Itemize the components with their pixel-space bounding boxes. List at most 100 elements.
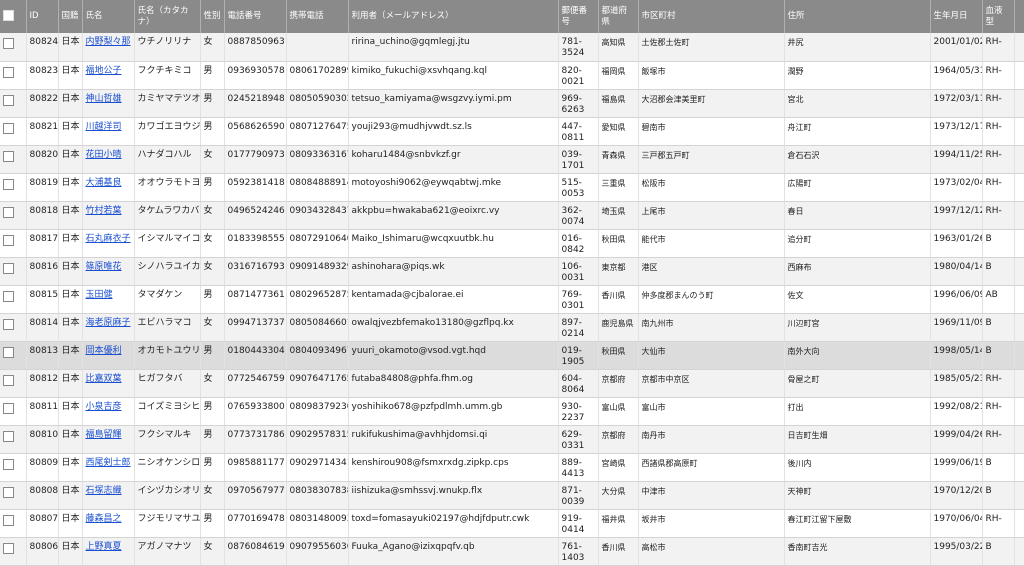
column-header-mobile[interactable]: 携帯電話 [286,0,349,33]
table-row[interactable]: 80824 日本 内野梨々那 ウチノリリナ女 0887850963 ririna_uchi… [0,33,1024,62]
column-header-name[interactable]: 氏名 [82,0,135,33]
row-checkbox-cell[interactable] [0,285,27,314]
row-checkbox-cell[interactable] [0,61,27,90]
cell-name: 海老原麻子 [82,313,135,342]
row-checkbox[interactable] [3,262,14,274]
column-header-gender[interactable]: 性別 [200,0,225,33]
row-checkbox-cell[interactable] [0,397,27,426]
table-row[interactable]: 80818 日本 竹村若葉 タケムラワカバ女 0496524246 09034328437… [0,201,1024,230]
row-checkbox-cell[interactable] [0,369,27,398]
row-checkbox-cell[interactable] [0,257,27,286]
row-checkbox-cell[interactable] [0,481,27,510]
table-row[interactable]: 80816 日本 篠原唯花 シノハラユイカ女 0316716793 09091489329… [0,257,1024,286]
row-checkbox[interactable] [3,122,14,134]
row-checkbox[interactable] [3,542,14,554]
row-checkbox[interactable] [3,346,14,358]
cell-extra [1014,61,1024,90]
row-checkbox-cell[interactable] [0,173,27,202]
cell-email: koharu1484@snbvkzf.gr [348,145,559,174]
user-name-link[interactable]: 大浦基良 [86,178,122,188]
cell-name: 西尾剣士郎 [82,453,135,482]
table-row[interactable]: 80817 日本 石丸麻衣子 イシマルマイコ女 0183398555 0807291064… [0,229,1024,258]
table-row[interactable]: 80814 日本 海老原麻子 エビハラマコ女 0994713737 08050846601… [0,313,1024,342]
table-row[interactable]: 80821 日本 川越洋司 カワゴエヨウジ男 0568626590 08071276475… [0,117,1024,146]
row-checkbox-cell[interactable] [0,341,27,370]
table-row[interactable]: 80808 日本 石塚志織 イシヅカシオリ女 0970567977 08038307838… [0,481,1024,510]
cell-kana: ニシオケンシロウ [134,453,201,482]
cell-id: 80809 [26,453,59,482]
row-checkbox[interactable] [3,430,14,442]
row-checkbox[interactable] [3,318,14,330]
user-name-link[interactable]: 川越洋司 [86,122,122,132]
row-checkbox-cell[interactable] [0,537,27,566]
row-checkbox[interactable] [3,94,14,106]
row-checkbox[interactable] [3,150,14,162]
row-checkbox-cell[interactable] [0,33,27,62]
row-checkbox-cell[interactable] [0,201,27,230]
row-checkbox-cell[interactable] [0,509,27,538]
table-row[interactable]: 80806 日本 上野真夏 アガノマナツ女 0876084619 09079556036 F… [0,537,1024,566]
user-name-link[interactable]: 西尾剣士郎 [86,458,131,468]
table-row[interactable]: 80813 日本 岡本優利 オカモトユウリ男 0180443304 08040934967… [0,341,1024,370]
table-row[interactable]: 80823 日本 福地公子 フクチキミコ男 0936930578 08061702899 k… [0,61,1024,90]
table-row[interactable]: 80809日本西尾剣士郎ニシオケンシロウ男0985881177090297143… [0,453,1024,482]
user-name-link[interactable]: 花田小晴 [86,150,122,160]
column-header-prefecture[interactable]: 都道府県 [598,0,639,33]
user-name-link[interactable]: 神山哲雄 [86,94,122,104]
row-checkbox-cell[interactable] [0,89,27,118]
user-name-link[interactable]: 内野梨々那 [86,37,131,47]
row-checkbox[interactable] [3,486,14,498]
table-row[interactable]: 80820 日本 花田小晴 ハナダコハル女 0177790973 08093363167 k… [0,145,1024,174]
table-row[interactable]: 80807日本藤森昌之 フジモリマサユキ男07701694780803148009… [0,509,1024,538]
column-header-city[interactable]: 市区町村 [638,0,785,33]
user-name-link[interactable]: 福地公子 [86,66,122,76]
user-name-link[interactable]: 福島留輝 [86,430,122,440]
user-name-link[interactable]: 藤森昌之 [86,514,122,524]
row-checkbox[interactable] [3,290,14,302]
row-checkbox[interactable] [3,234,14,246]
column-header-blood-type[interactable]: 血液型 [982,0,1015,33]
user-name-link[interactable]: 玉田健 [86,290,113,300]
column-header-id[interactable]: ID [26,0,59,33]
column-header-email[interactable]: 利用者（メールアドレス） [348,0,559,33]
select-all-checkbox-cell[interactable] [0,0,27,33]
row-checkbox[interactable] [3,402,14,414]
row-checkbox-cell[interactable] [0,229,27,258]
user-name-link[interactable]: 小泉吉彦 [86,402,122,412]
user-name-link[interactable]: 海老原麻子 [86,318,131,328]
user-name-link[interactable]: 石丸麻衣子 [86,234,131,244]
table-row[interactable]: 80812 日本 比嘉双葉 ヒガフタバ女 0772546759 09076471765 fu… [0,369,1024,398]
user-name-link[interactable]: 比嘉双葉 [86,374,122,384]
select-all-checkbox[interactable] [3,9,14,21]
column-header-zip[interactable]: 郵便番号 [558,0,599,33]
row-checkbox[interactable] [3,374,14,386]
row-checkbox[interactable] [3,206,14,218]
row-checkbox[interactable] [3,458,14,470]
cell-prefecture: 福井県 [598,509,639,538]
table-row[interactable]: 80811日本小泉吉彦 コイズミヨシヒコ男07659338000809837923… [0,397,1024,426]
table-row[interactable]: 80819日本大浦基良 オオウラモトヨシ男05923814180808488891… [0,173,1024,202]
row-checkbox-cell[interactable] [0,453,27,482]
table-row[interactable]: 80822 日本 神山哲雄 カミヤマテツオ男 0245218948 08050590302… [0,89,1024,118]
user-name-link[interactable]: 竹村若葉 [86,206,122,216]
column-header-kana[interactable]: 氏名（カタカナ） [134,0,201,33]
row-checkbox-cell[interactable] [0,425,27,454]
cell-gender: 男 [200,453,225,482]
user-name-link[interactable]: 岡本優利 [86,346,122,356]
row-checkbox[interactable] [3,514,14,526]
row-checkbox-cell[interactable] [0,145,27,174]
row-checkbox-cell[interactable] [0,117,27,146]
row-checkbox-cell[interactable] [0,313,27,342]
column-header-birthday[interactable]: 生年月日 [930,0,983,33]
row-checkbox[interactable] [3,38,14,49]
table-row[interactable]: 80810 日本 福島留輝 フクシマルキ男 0773731786 09029578315 r… [0,425,1024,454]
column-header-address[interactable]: 住所 [784,0,931,33]
row-checkbox[interactable] [3,66,14,78]
column-header-phone[interactable]: 電話番号 [224,0,287,33]
user-name-link[interactable]: 石塚志織 [86,486,122,496]
column-header-country[interactable]: 国籍 [58,0,83,33]
table-row[interactable]: 80815 日本 玉田健 タマダケン男 0871477361 08029652875 ken… [0,285,1024,314]
user-name-link[interactable]: 上野真夏 [86,542,122,552]
user-name-link[interactable]: 篠原唯花 [86,262,122,272]
row-checkbox[interactable] [3,178,14,190]
